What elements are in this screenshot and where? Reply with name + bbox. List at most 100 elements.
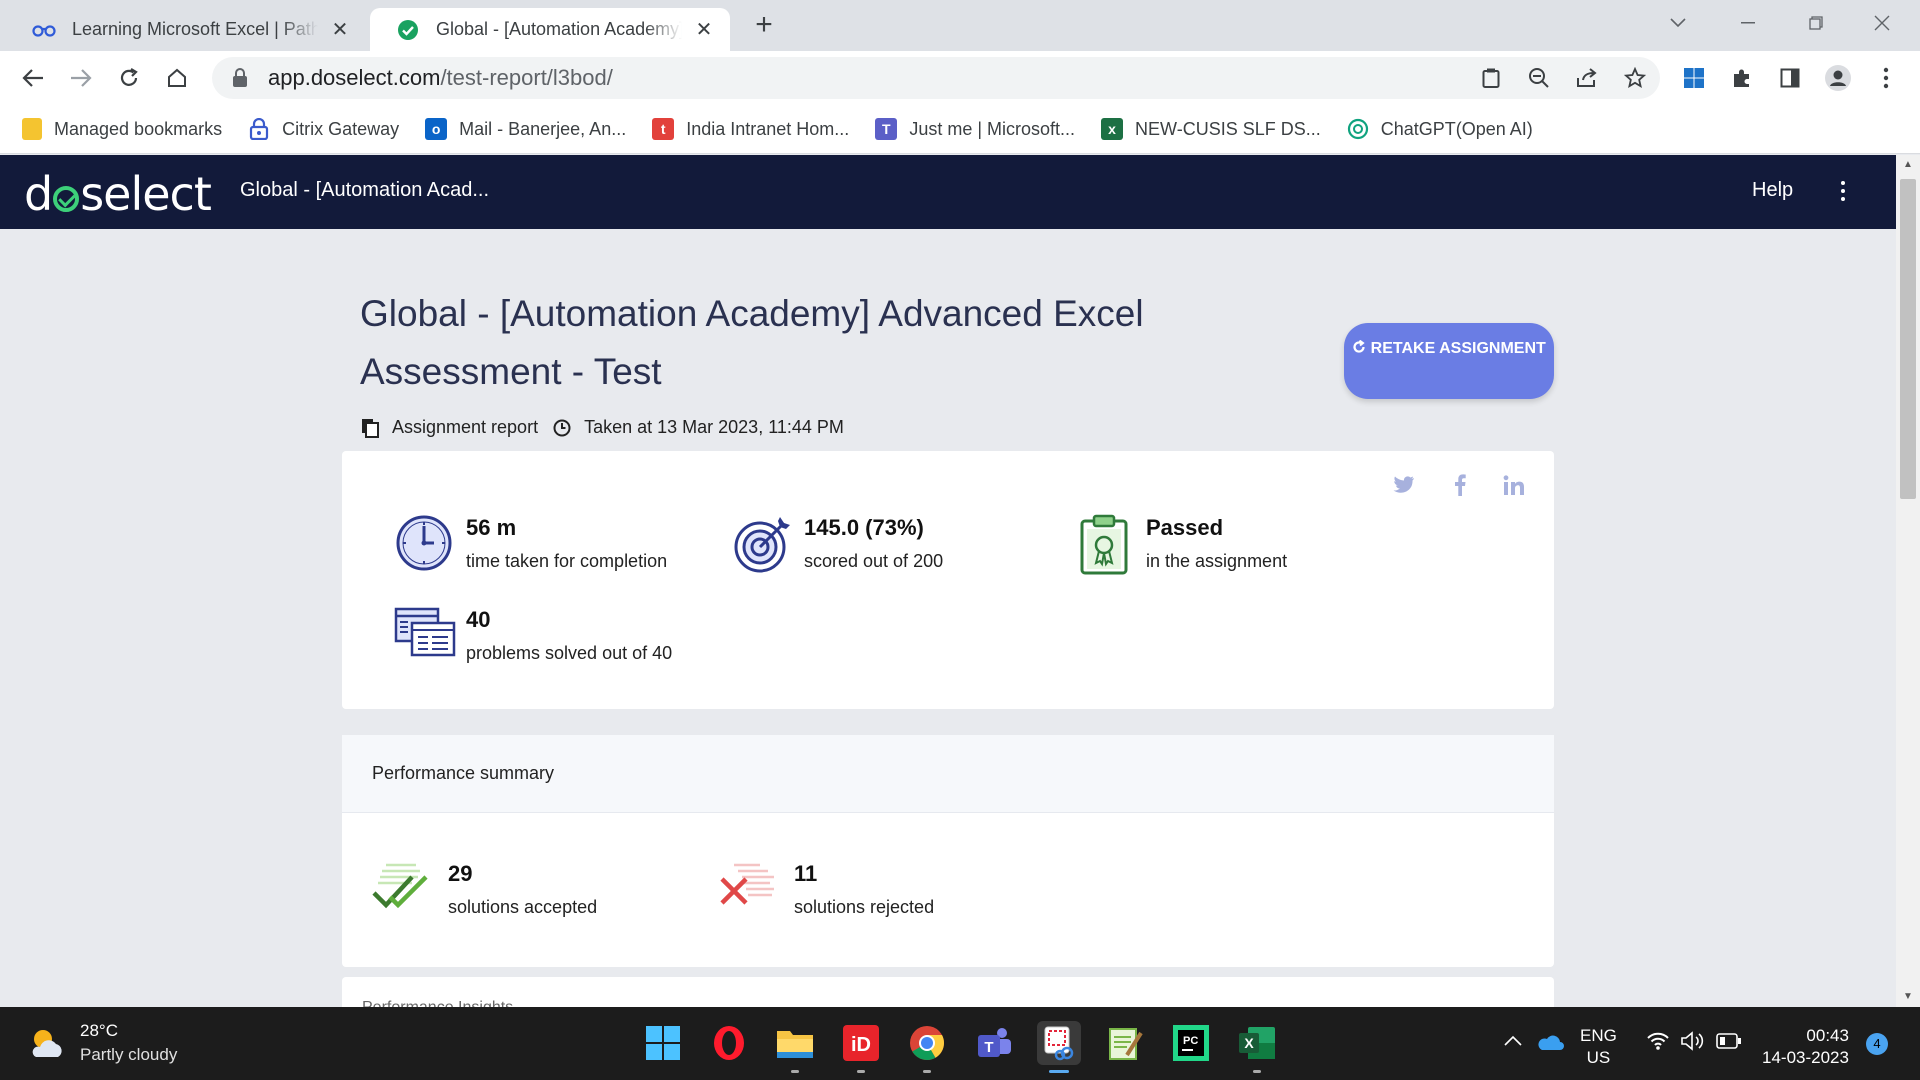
- scroll-up-icon[interactable]: ▲: [1902, 159, 1914, 171]
- accepted-count: 29: [448, 861, 473, 886]
- clipboard-icon[interactable]: [1474, 61, 1508, 95]
- clock-icon: [394, 513, 454, 573]
- help-link[interactable]: Help: [1752, 179, 1793, 202]
- outlook-icon: o: [425, 118, 448, 140]
- teams-taskbar-icon[interactable]: T: [971, 1021, 1015, 1065]
- language-code: ENG: [1580, 1026, 1617, 1045]
- cross-icon: [718, 859, 782, 919]
- rejected-count: 11: [794, 861, 818, 886]
- more-options-icon[interactable]: [1838, 177, 1848, 205]
- teams-icon: T: [875, 118, 898, 140]
- report-meta: Assignment report Taken at 13 Mar 2023, …: [360, 417, 844, 438]
- lock-icon[interactable]: [232, 68, 252, 88]
- scroll-down-icon[interactable]: ▼: [1902, 991, 1914, 1003]
- taken-at: Taken at 13 Mar 2023, 11:44 PM: [584, 417, 844, 437]
- bookmark-managed[interactable]: Managed bookmarks: [22, 118, 222, 140]
- region-code: US: [1586, 1048, 1611, 1067]
- tab-doselect[interactable]: Global - [Automation Academy] Advanced ✕: [370, 8, 730, 51]
- url-text: app.doselect.com/test-report/l3bod/: [268, 65, 613, 91]
- logo-check-icon: [53, 186, 80, 212]
- twitter-icon[interactable]: [1390, 471, 1418, 499]
- zoom-icon[interactable]: [1522, 61, 1556, 95]
- show-hidden-icons-icon[interactable]: [1504, 1031, 1522, 1053]
- home-icon[interactable]: [160, 61, 194, 95]
- score-value: 145.0 (73%): [804, 515, 924, 540]
- bookmark-label: ChatGPT(Open AI): [1380, 118, 1533, 139]
- star-icon[interactable]: [1618, 61, 1652, 95]
- back-icon[interactable]: [16, 61, 50, 95]
- share-icon[interactable]: [1570, 61, 1604, 95]
- volume-icon[interactable]: [1680, 1031, 1706, 1057]
- app-header: d select Global - [Automation Acad... Hel…: [0, 155, 1896, 229]
- bookmark-excel[interactable]: x NEW-CUSIS SLF DS...: [1101, 118, 1321, 140]
- stat-accepted: 29 solutions accepted: [372, 859, 597, 919]
- windows-taskbar: 28°C Partly cloudy iD T PC X ENG US 00:4…: [0, 1007, 1920, 1080]
- bookmark-intranet[interactable]: t India Intranet Hom...: [652, 118, 849, 140]
- new-tab-button[interactable]: +: [748, 10, 780, 42]
- weather-widget[interactable]: 28°C Partly cloudy: [26, 1021, 177, 1065]
- bookmark-mail[interactable]: o Mail - Banerjee, An...: [425, 118, 626, 140]
- language-indicator[interactable]: ENG US: [1580, 1025, 1617, 1069]
- performance-insights-title: Performance Insights: [342, 977, 1554, 1007]
- start-button[interactable]: [641, 1021, 685, 1065]
- side-panel-icon[interactable]: [1773, 61, 1807, 95]
- address-bar[interactable]: app.doselect.com/test-report/l3bod/: [212, 57, 1660, 99]
- reload-icon[interactable]: [112, 61, 146, 95]
- stat-rejected: 11 solutions rejected: [718, 859, 934, 919]
- wifi-icon[interactable]: [1646, 1031, 1670, 1057]
- pycharm-icon[interactable]: PC: [1169, 1021, 1213, 1065]
- profile-avatar-icon[interactable]: [1821, 61, 1855, 95]
- menu-icon[interactable]: [1869, 61, 1903, 95]
- excel-taskbar-icon[interactable]: X: [1235, 1021, 1279, 1073]
- pathways-icon: [32, 18, 56, 42]
- stat-time: 56 m time taken for completion: [394, 513, 667, 573]
- id-app-icon[interactable]: iD: [839, 1021, 883, 1073]
- svg-text:T: T: [984, 1039, 993, 1056]
- battery-icon[interactable]: [1716, 1033, 1742, 1055]
- tab-title: Learning Microsoft Excel | Pathways: [72, 19, 318, 39]
- extensions-puzzle-icon[interactable]: [1725, 61, 1759, 95]
- problems-label: problems solved out of 40: [466, 643, 673, 663]
- report-icon: [360, 418, 380, 438]
- chrome-icon[interactable]: [905, 1021, 949, 1073]
- scroll-thumb[interactable]: [1900, 179, 1916, 499]
- doselect-logo[interactable]: d select: [24, 167, 212, 221]
- tab-search-icon[interactable]: [1658, 8, 1698, 38]
- file-explorer-icon[interactable]: [773, 1021, 817, 1073]
- clock-small-icon: [552, 418, 572, 438]
- minimize-icon[interactable]: [1728, 8, 1768, 38]
- notification-badge[interactable]: 4: [1866, 1033, 1888, 1055]
- forward-icon[interactable]: [64, 61, 98, 95]
- restore-icon[interactable]: [1796, 8, 1836, 38]
- bookmarks-bar: Managed bookmarks Citrix Gateway o Mail …: [0, 105, 1920, 154]
- onedrive-icon[interactable]: [1536, 1033, 1564, 1057]
- bookmark-citrix[interactable]: Citrix Gateway: [248, 118, 399, 140]
- stat-problems: 40 problems solved out of 40: [394, 605, 672, 665]
- opera-icon[interactable]: [707, 1021, 751, 1065]
- notepad-plus-icon[interactable]: [1103, 1021, 1147, 1065]
- assignment-report-label: Assignment report: [392, 417, 539, 437]
- retake-assignment-button[interactable]: RETAKE ASSIGNMENT: [1344, 323, 1554, 399]
- linkedin-icon[interactable]: [1500, 471, 1528, 499]
- stat-score: 145.0 (73%) scored out of 200: [732, 513, 943, 573]
- bookmark-teams[interactable]: T Just me | Microsoft...: [875, 118, 1075, 140]
- logo-text-end: select: [80, 167, 212, 221]
- facebook-icon[interactable]: [1446, 471, 1474, 499]
- bookmark-chatgpt[interactable]: ChatGPT(Open AI): [1347, 118, 1533, 140]
- close-icon[interactable]: ✕: [328, 18, 352, 42]
- close-window-icon[interactable]: [1862, 8, 1902, 38]
- weather-temp: 28°C: [80, 1021, 118, 1040]
- app-title: Global - [Automation Acad...: [240, 179, 490, 201]
- windows-extension-icon[interactable]: [1677, 61, 1711, 95]
- retake-label: RETAKE ASSIGNMENT: [1370, 340, 1546, 357]
- close-icon[interactable]: ✕: [692, 18, 716, 42]
- result-label: in the assignment: [1146, 551, 1288, 571]
- bookmark-label: India Intranet Hom...: [686, 118, 850, 139]
- snipping-tool-icon[interactable]: [1037, 1021, 1081, 1073]
- page-scrollbar[interactable]: ▲ ▼: [1896, 155, 1920, 1007]
- clock[interactable]: 00:43 14-03-2023: [1762, 1025, 1849, 1069]
- excel-icon: x: [1101, 118, 1124, 140]
- tab-pathways[interactable]: Learning Microsoft Excel | Pathways ✕: [6, 8, 366, 51]
- certificate-icon: [1074, 513, 1134, 575]
- page-content: d select Global - [Automation Acad... Hel…: [0, 155, 1896, 1007]
